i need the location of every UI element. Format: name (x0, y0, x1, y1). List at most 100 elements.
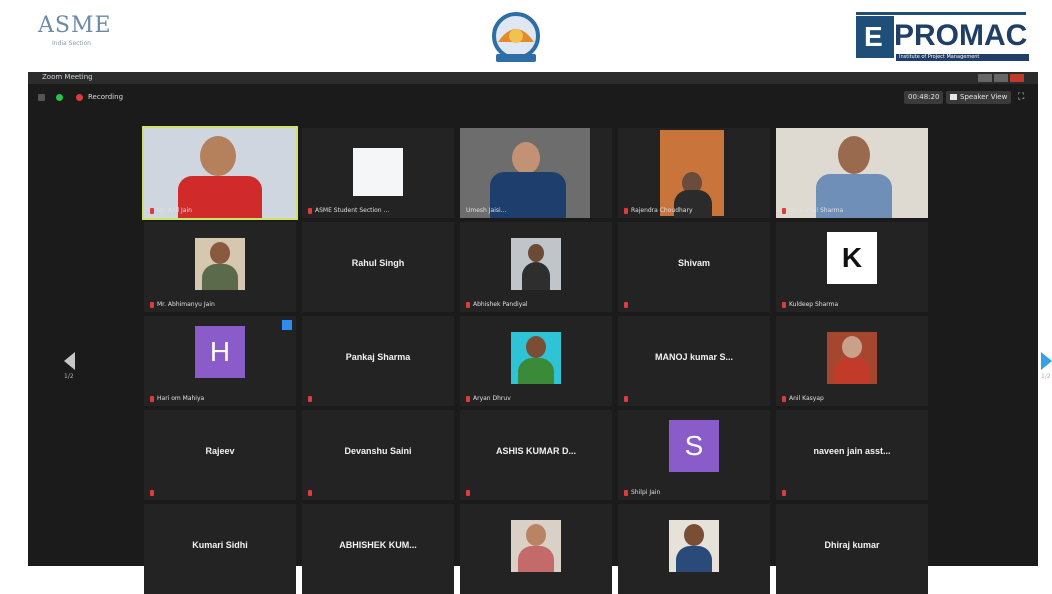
info-icon[interactable] (38, 94, 45, 101)
participant-tile[interactable]: Rajendra Choudhary (618, 128, 770, 218)
promac-logo-mark: E (864, 21, 883, 52)
participant-label: Anil Kasyap (782, 395, 824, 402)
event-banner: ASME India Section E PROMAC Institute of… (0, 0, 1052, 72)
participant-label (624, 302, 631, 308)
participant-name: Kumari Sidhi (192, 540, 248, 550)
participant-label: Aryan Dhruv (466, 395, 511, 402)
previous-page-button[interactable]: 1/2 (64, 352, 75, 380)
participant-name: Dhiraj kumar (824, 540, 880, 550)
raise-hand-icon (282, 320, 292, 330)
participant-tile[interactable]: Kumari Sidhi (144, 504, 296, 594)
participant-tile[interactable] (618, 504, 770, 594)
participant-label: Shilpi Jain (624, 489, 660, 496)
participant-label: Mr. Anil Jain (150, 207, 192, 214)
next-page-button[interactable]: 1/2 (1041, 352, 1052, 380)
participant-tile[interactable]: Mr. Abhimanyu Jain (144, 222, 296, 312)
participant-tile[interactable] (460, 504, 612, 594)
participant-name: naveen jain asst... (813, 446, 891, 456)
participant-tile[interactable]: S Shilpi Jain (618, 410, 770, 500)
participant-tile[interactable]: ASME Student Section ... (302, 128, 454, 218)
participant-tile[interactable]: Anil Kasyap (776, 316, 928, 406)
asme-avatar-image (353, 148, 403, 196)
promac-logo-text: PROMAC (894, 19, 1028, 52)
participant-tile[interactable]: Rahul Singh (302, 222, 454, 312)
mic-muted-icon (466, 395, 470, 402)
participant-tile[interactable]: K Kuldeep Sharma (776, 222, 928, 312)
participant-tile[interactable]: Dr. Kamal Sharma (776, 128, 928, 218)
participant-name: Rajeev (205, 446, 235, 456)
participant-avatar: S (669, 420, 719, 472)
participant-name: MANOJ kumar S... (654, 352, 734, 362)
asme-logo-subtext: India Section (52, 40, 91, 47)
mic-muted-icon (308, 396, 312, 402)
participant-tile[interactable]: MANOJ kumar S... (618, 316, 770, 406)
participant-tile[interactable]: naveen jain asst... (776, 410, 928, 500)
institute-seal-logo (492, 12, 540, 62)
mic-muted-icon (624, 302, 628, 308)
mic-muted-icon (150, 490, 154, 496)
participant-avatar: H (195, 326, 245, 378)
participant-tile[interactable]: Mr. Anil Jain (142, 126, 298, 220)
participant-label (624, 396, 631, 402)
recording-label: Recording (88, 93, 124, 101)
security-shield-icon[interactable] (56, 94, 63, 101)
mic-muted-icon (624, 396, 628, 402)
mic-muted-icon (466, 490, 470, 496)
asme-logo: ASME India Section (38, 13, 118, 48)
promac-tagline: Institute of Project Management (896, 54, 1029, 61)
mic-muted-icon (150, 207, 154, 214)
participant-label (150, 490, 157, 496)
recording-icon (76, 94, 83, 101)
participant-name: Shivam (677, 258, 710, 268)
participant-tile[interactable]: ABHISHEK KUM... (302, 504, 454, 594)
chevron-left-icon (64, 352, 75, 370)
mic-muted-icon (624, 489, 628, 496)
next-page-number: 1/2 (1041, 373, 1051, 380)
asme-logo-text: ASME (38, 13, 112, 38)
participant-label: Hari om Mahiya (150, 395, 204, 402)
participant-label (308, 396, 315, 402)
mic-muted-icon (308, 490, 312, 496)
chevron-right-icon (1041, 352, 1052, 370)
participant-label: Mr. Abhimanyu Jain (150, 301, 215, 308)
mic-muted-icon (782, 490, 786, 496)
participant-tile[interactable]: Aryan Dhruv (460, 316, 612, 406)
participant-avatar: K (827, 232, 877, 284)
participant-tile[interactable]: ASHIS KUMAR D... (460, 410, 612, 500)
meeting-window: Zoom Meeting Recording 00:48:20 Speaker … (28, 72, 1052, 594)
participant-label: Abhishek Pandiyal (466, 301, 528, 308)
participant-name: Pankaj Sharma (345, 352, 411, 362)
window-titlebar: Zoom Meeting (28, 72, 1038, 84)
participant-name: Devanshu Saini (344, 446, 412, 456)
mic-muted-icon (782, 395, 786, 402)
participant-label: Umesh Jaisi... (466, 207, 507, 214)
close-button[interactable] (1010, 74, 1024, 82)
participant-tile[interactable]: Shivam (618, 222, 770, 312)
participant-tile[interactable]: Pankaj Sharma (302, 316, 454, 406)
participant-tile[interactable]: H Hari om Mahiya (144, 316, 296, 406)
mic-muted-icon (782, 301, 786, 308)
meeting-timer: 00:48:20 (904, 91, 944, 104)
participant-label (466, 490, 473, 496)
participant-tile[interactable]: Devanshu Saini (302, 410, 454, 500)
participant-name: ABHISHEK KUM... (339, 540, 417, 550)
maximize-button[interactable] (994, 74, 1008, 82)
participant-tile[interactable]: Umesh Jaisi... (460, 128, 612, 218)
fullscreen-icon[interactable]: ⛶ (1018, 92, 1028, 102)
participant-tile[interactable]: Abhishek Pandiyal (460, 222, 612, 312)
participant-label: Rajendra Choudhary (624, 207, 693, 214)
participant-label: Dr. Kamal Sharma (782, 207, 843, 214)
participant-label: ASME Student Section ... (308, 207, 389, 214)
speaker-view-button[interactable]: Speaker View (946, 91, 1012, 104)
participant-tile[interactable]: Dhiraj kumar (776, 504, 928, 594)
participant-label (782, 490, 789, 496)
meeting-toolbar: Recording 00:48:20 Speaker View ⛶ (28, 84, 1038, 112)
mic-muted-icon (308, 207, 312, 214)
mic-muted-icon (624, 207, 628, 214)
minimize-button[interactable] (978, 74, 992, 82)
mic-muted-icon (150, 395, 154, 402)
participant-tile[interactable]: Rajeev (144, 410, 296, 500)
mic-muted-icon (150, 301, 154, 308)
mic-muted-icon (782, 207, 786, 214)
participant-name: Rahul Singh (351, 258, 405, 268)
